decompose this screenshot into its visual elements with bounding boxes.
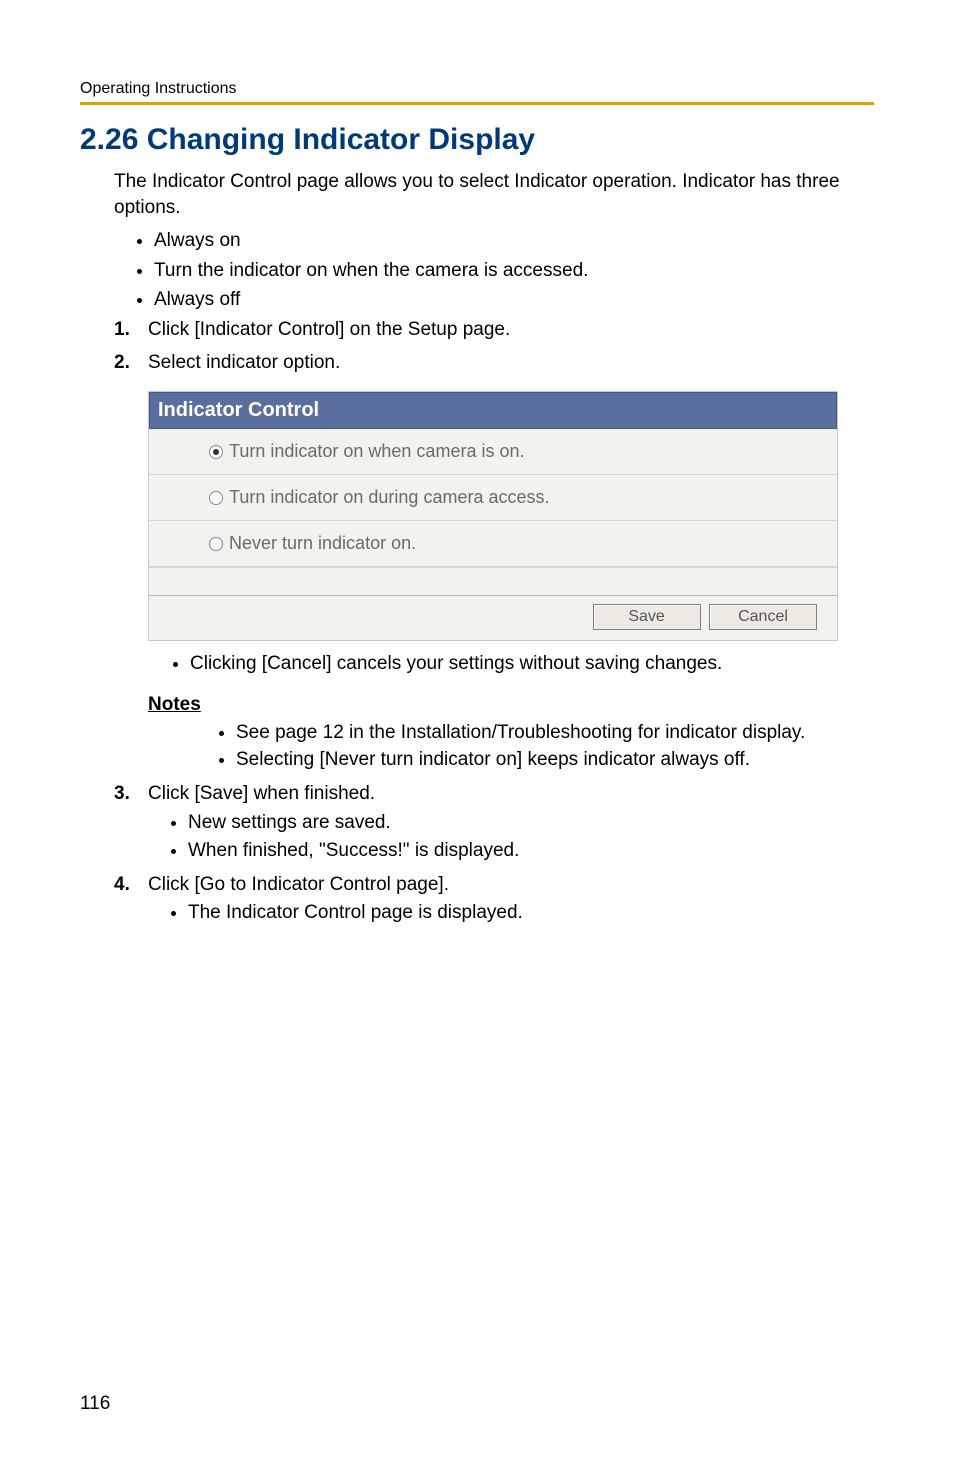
indicator-control-screenshot: Indicator Control Turn indicator on when… xyxy=(148,391,838,641)
page-number: 116 xyxy=(80,1393,110,1415)
step-2: 2. Select indicator option. xyxy=(114,348,874,377)
panel-divider xyxy=(149,567,837,595)
panel-button-row: Save Cancel xyxy=(149,595,837,640)
step-number: 1. xyxy=(114,315,148,344)
radio-label: Turn indicator on during camera access. xyxy=(229,487,549,508)
list-item: Clicking [Cancel] cancels your settings … xyxy=(190,651,874,678)
options-summary-list: Always on Turn the indicator on when the… xyxy=(154,226,874,314)
radio-icon xyxy=(209,445,223,459)
cancel-button[interactable]: Cancel xyxy=(709,604,817,630)
step-text: Click [Indicator Control] on the Setup p… xyxy=(148,315,510,344)
step-text: Click [Save] when finished. xyxy=(148,783,375,804)
list-item: Selecting [Never turn indicator on] keep… xyxy=(236,747,874,774)
step-3: 3. Click [Save] when finished. New setti… xyxy=(114,779,874,865)
save-button[interactable]: Save xyxy=(593,604,701,630)
radio-option-never-on[interactable]: Never turn indicator on. xyxy=(149,521,837,567)
step-1: 1. Click [Indicator Control] on the Setu… xyxy=(114,315,874,344)
radio-label: Turn indicator on when camera is on. xyxy=(229,441,524,462)
list-item: The Indicator Control page is displayed. xyxy=(188,899,874,928)
radio-icon xyxy=(209,537,223,551)
radio-option-on-during-access[interactable]: Turn indicator on during camera access. xyxy=(149,475,837,521)
list-item: Always off xyxy=(154,285,874,314)
header-area: Operating Instructions xyxy=(80,80,874,105)
step-number: 2. xyxy=(114,348,148,377)
radio-label: Never turn indicator on. xyxy=(229,533,416,554)
radio-option-on-when-camera-on[interactable]: Turn indicator on when camera is on. xyxy=(149,429,837,475)
panel-title: Indicator Control xyxy=(149,392,837,429)
section-heading: 2.26 Changing Indicator Display xyxy=(80,123,874,157)
radio-icon xyxy=(209,491,223,505)
step-text: Click [Go to Indicator Control page]. xyxy=(148,874,449,895)
list-item: Always on xyxy=(154,226,874,255)
list-item: See page 12 in the Installation/Troubles… xyxy=(236,720,874,747)
step-number: 4. xyxy=(114,870,148,928)
step-text: Select indicator option. xyxy=(148,348,340,377)
notes-list: See page 12 in the Installation/Troubles… xyxy=(236,720,874,773)
notes-heading: Notes xyxy=(148,694,874,716)
list-item: Turn the indicator on when the camera is… xyxy=(154,256,874,285)
header-label: Operating Instructions xyxy=(80,80,237,97)
list-item: New settings are saved. xyxy=(188,809,874,838)
intro-text: The Indicator Control page allows you to… xyxy=(114,169,874,220)
step-number: 3. xyxy=(114,779,148,865)
list-item: When finished, "Success!" is displayed. xyxy=(188,837,874,866)
step-4: 4. Click [Go to Indicator Control page].… xyxy=(114,870,874,928)
